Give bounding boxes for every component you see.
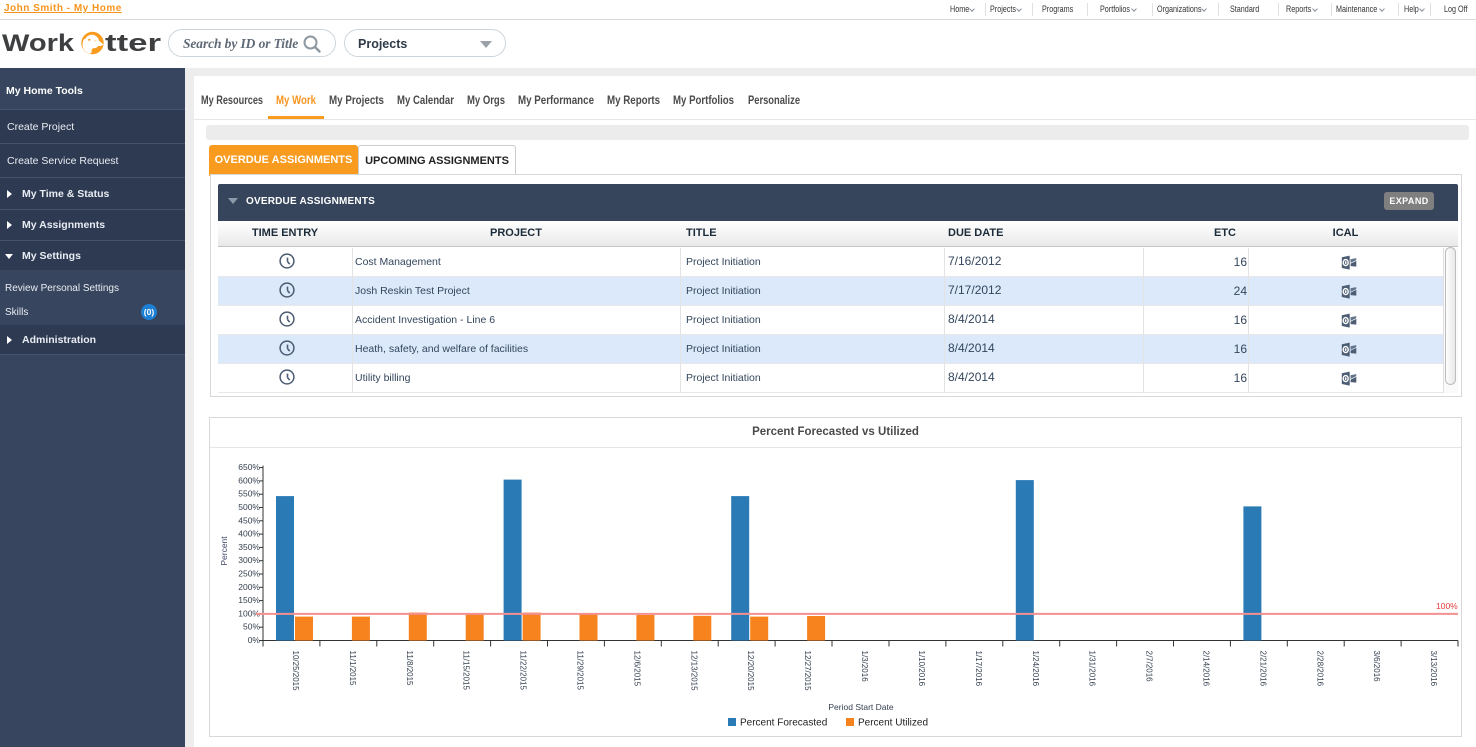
svg-text:11/15/2015: 11/15/2015 [462,651,471,691]
svg-text:2/14/2016: 2/14/2016 [1202,651,1211,687]
svg-text:50%: 50% [243,622,260,632]
svg-text:150%: 150% [238,595,260,605]
svg-text:Percent Utilized: Percent Utilized [858,718,928,729]
svg-text:2/21/2016: 2/21/2016 [1258,651,1267,687]
svg-text:11/8/2015: 11/8/2015 [405,651,414,687]
svg-text:300%: 300% [238,555,260,565]
svg-text:12/20/2015: 12/20/2015 [746,651,755,692]
svg-text:3/6/2016: 3/6/2016 [1372,651,1381,683]
svg-text:200%: 200% [238,582,260,592]
svg-text:1/10/2016: 1/10/2016 [917,651,926,687]
svg-text:1/17/2016: 1/17/2016 [974,651,983,687]
svg-text:Period Start Date: Period Start Date [828,702,893,712]
svg-text:1/31/2016: 1/31/2016 [1088,651,1097,687]
svg-text:2/7/2016: 2/7/2016 [1145,651,1154,683]
svg-text:400%: 400% [238,529,260,539]
svg-text:12/27/2015: 12/27/2015 [803,651,812,692]
svg-text:11/22/2015: 11/22/2015 [519,651,528,691]
svg-text:10/25/2015: 10/25/2015 [291,651,300,692]
svg-text:Percent Forecasted: Percent Forecasted [740,718,827,729]
svg-text:450%: 450% [238,515,260,525]
svg-text:650%: 650% [238,462,260,472]
svg-text:2/28/2016: 2/28/2016 [1315,651,1324,687]
svg-text:250%: 250% [238,569,260,579]
svg-text:11/29/2015: 11/29/2015 [576,651,585,691]
svg-text:12/13/2015: 12/13/2015 [689,651,698,692]
svg-text:600%: 600% [238,475,260,485]
svg-text:Percent: Percent [219,536,229,566]
svg-text:11/1/2015: 11/1/2015 [348,651,357,687]
svg-text:500%: 500% [238,502,260,512]
svg-text:1/24/2016: 1/24/2016 [1031,651,1040,687]
svg-text:550%: 550% [238,489,260,499]
svg-text:350%: 350% [238,542,260,552]
svg-text:1/3/2016: 1/3/2016 [860,651,869,683]
svg-text:3/13/2016: 3/13/2016 [1429,651,1438,687]
svg-text:12/6/2015: 12/6/2015 [632,651,641,687]
svg-text:0%: 0% [248,635,261,645]
svg-text:100%: 100% [1436,601,1458,611]
